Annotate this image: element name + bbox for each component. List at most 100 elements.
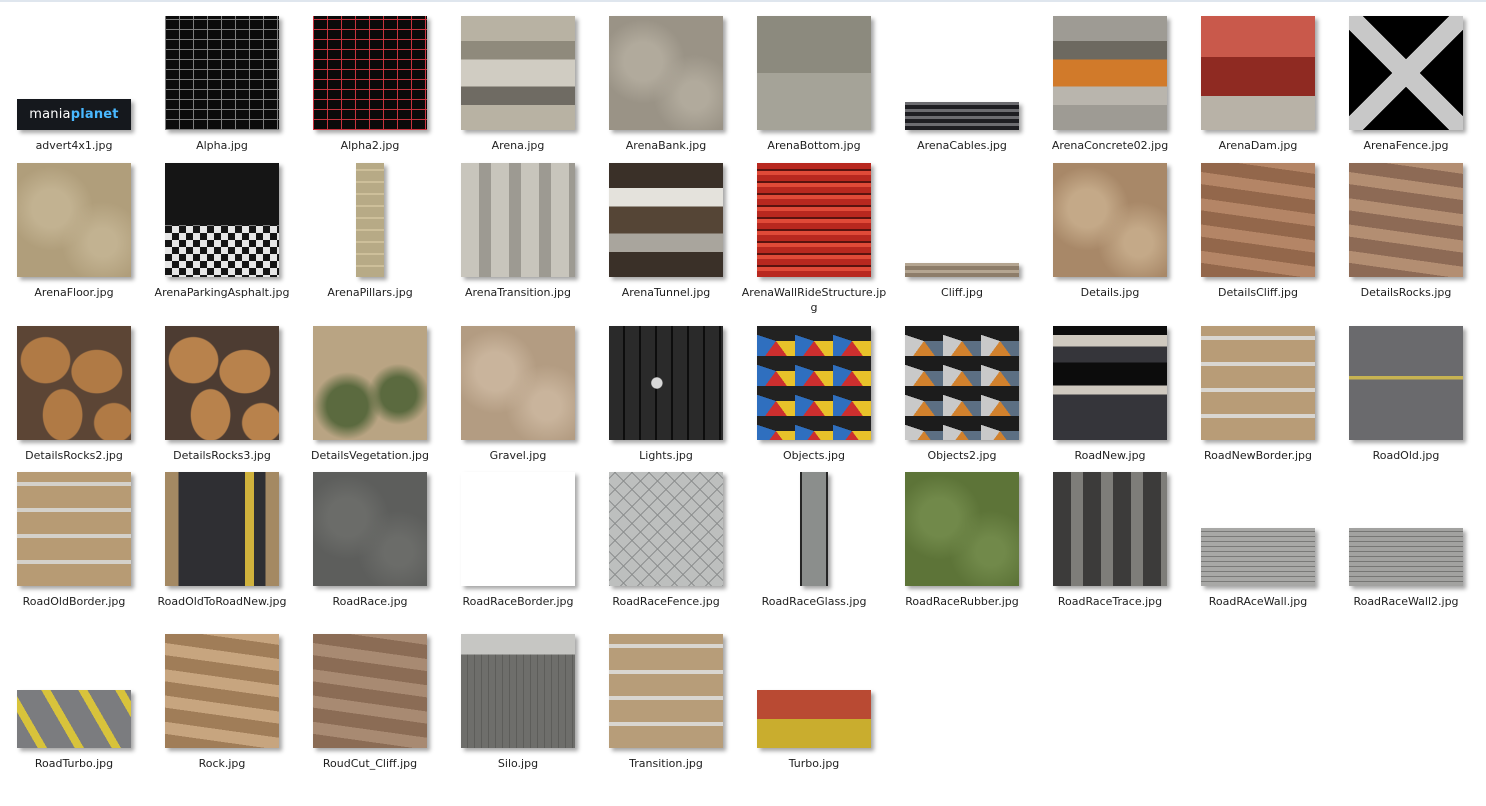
file-item[interactable]: ArenaFloor.jpg [0, 147, 148, 299]
file-item[interactable]: Rock.jpg [148, 618, 296, 770]
file-item[interactable]: ArenaCables.jpg [888, 0, 1036, 152]
file-item[interactable]: RoadOldBorder.jpg [0, 456, 148, 608]
file-item[interactable]: RoadRaceGlass.jpg [740, 456, 888, 608]
file-thumbnail[interactable] [609, 472, 723, 586]
file-item[interactable]: ArenaFence.jpg [1332, 0, 1480, 152]
file-item[interactable]: ArenaBottom.jpg [740, 0, 888, 152]
file-thumbnail[interactable] [461, 634, 575, 748]
file-name: ArenaTunnel.jpg [621, 286, 711, 299]
file-item[interactable]: RoadOld.jpg [1332, 310, 1480, 462]
file-thumbnail[interactable] [905, 472, 1019, 586]
file-item[interactable]: Transition.jpg [592, 618, 740, 770]
file-thumbnail[interactable] [17, 690, 131, 748]
file-item[interactable]: ArenaDam.jpg [1184, 0, 1332, 152]
file-item[interactable]: RoadRAceWall.jpg [1184, 456, 1332, 608]
file-item[interactable]: DetailsRocks2.jpg [0, 310, 148, 462]
file-name: Details.jpg [1080, 286, 1140, 299]
file-thumbnail[interactable] [1201, 326, 1315, 440]
file-thumbnail[interactable] [905, 326, 1019, 440]
file-thumbnail[interactable] [356, 163, 384, 277]
file-item[interactable]: DetailsRocks3.jpg [148, 310, 296, 462]
file-thumbnail[interactable] [17, 472, 131, 586]
file-item[interactable]: ArenaPillars.jpg [296, 147, 444, 299]
file-thumbnail[interactable] [17, 163, 131, 277]
file-thumbnail[interactable] [313, 326, 427, 440]
file-thumbnail[interactable] [461, 326, 575, 440]
file-item[interactable]: Alpha2.jpg [296, 0, 444, 152]
file-item[interactable]: RoadOldToRoadNew.jpg [148, 456, 296, 608]
file-thumbnail[interactable] [165, 163, 279, 277]
file-thumbnail[interactable] [800, 472, 828, 586]
file-item[interactable]: Cliff.jpg [888, 147, 1036, 299]
file-name: Cliff.jpg [941, 286, 983, 299]
file-item[interactable]: RoadRaceRubber.jpg [888, 456, 1036, 608]
logo-part-1: mania [29, 107, 71, 122]
file-item[interactable]: DetailsCliff.jpg [1184, 147, 1332, 299]
file-thumbnail[interactable] [461, 163, 575, 277]
file-item[interactable]: RoadTurbo.jpg [0, 618, 148, 770]
file-thumbnail[interactable] [461, 472, 575, 586]
file-item[interactable]: RoadRaceTrace.jpg [1036, 456, 1184, 608]
file-thumbnail[interactable] [609, 163, 723, 277]
file-item[interactable]: ArenaWallRideStructure.jpg [740, 147, 888, 314]
file-thumbnail[interactable]: mania planet [17, 99, 131, 130]
file-thumbnail[interactable] [905, 263, 1019, 277]
file-thumbnail[interactable] [609, 16, 723, 130]
file-item[interactable]: Objects2.jpg [888, 310, 1036, 462]
file-item[interactable]: DetailsRocks.jpg [1332, 147, 1480, 299]
file-item[interactable]: Objects.jpg [740, 310, 888, 462]
file-thumbnail[interactable] [313, 16, 427, 130]
file-thumbnail[interactable] [165, 634, 279, 748]
file-item[interactable]: ArenaParkingAsphalt.jpg [148, 147, 296, 299]
file-item[interactable]: DetailsVegetation.jpg [296, 310, 444, 462]
file-name: RoadRaceFence.jpg [612, 595, 720, 608]
file-item[interactable]: Gravel.jpg [444, 310, 592, 462]
file-thumbnail[interactable] [1349, 528, 1463, 586]
file-item[interactable]: RoadRace.jpg [296, 456, 444, 608]
file-thumbnail[interactable] [757, 163, 871, 277]
file-item[interactable]: ArenaConcrete02.jpg [1036, 0, 1184, 152]
file-thumbnail[interactable] [1201, 163, 1315, 277]
file-thumbnail[interactable] [757, 326, 871, 440]
file-item[interactable]: RoadNew.jpg [1036, 310, 1184, 462]
file-thumbnail[interactable] [757, 16, 871, 130]
file-name: Turbo.jpg [788, 757, 840, 770]
file-item[interactable]: Details.jpg [1036, 147, 1184, 299]
file-item[interactable]: Lights.jpg [592, 310, 740, 462]
file-thumbnail[interactable] [313, 472, 427, 586]
file-item[interactable]: RoadNewBorder.jpg [1184, 310, 1332, 462]
file-thumbnail[interactable] [609, 326, 723, 440]
file-item[interactable]: RoadRaceWall2.jpg [1332, 456, 1480, 608]
file-item[interactable]: Arena.jpg [444, 0, 592, 152]
file-thumbnail[interactable] [17, 326, 131, 440]
file-item[interactable]: mania planet advert4x1.jpg [0, 0, 148, 152]
file-thumbnail[interactable] [1201, 528, 1315, 586]
file-thumbnail[interactable] [1053, 326, 1167, 440]
file-thumbnail[interactable] [313, 634, 427, 748]
file-thumbnail[interactable] [165, 472, 279, 586]
file-name: RoudCut_Cliff.jpg [322, 757, 418, 770]
file-thumbnail[interactable] [1053, 472, 1167, 586]
file-item[interactable]: RoadRaceFence.jpg [592, 456, 740, 608]
file-thumbnail[interactable] [461, 16, 575, 130]
file-item[interactable]: ArenaBank.jpg [592, 0, 740, 152]
file-item[interactable]: Alpha.jpg [148, 0, 296, 152]
file-item[interactable]: ArenaTunnel.jpg [592, 147, 740, 299]
file-thumbnail[interactable] [905, 102, 1019, 130]
file-item[interactable]: RoudCut_Cliff.jpg [296, 618, 444, 770]
file-item[interactable]: Silo.jpg [444, 618, 592, 770]
file-thumbnail[interactable] [1349, 16, 1463, 130]
file-thumbnail[interactable] [1053, 16, 1167, 130]
file-thumbnail[interactable] [609, 634, 723, 748]
file-thumbnail[interactable] [1349, 326, 1463, 440]
file-thumbnail[interactable] [1053, 163, 1167, 277]
file-thumbnail[interactable] [757, 690, 871, 748]
file-name: RoadRace.jpg [332, 595, 408, 608]
file-item[interactable]: RoadRaceBorder.jpg [444, 456, 592, 608]
file-thumbnail[interactable] [165, 16, 279, 130]
file-item[interactable]: ArenaTransition.jpg [444, 147, 592, 299]
file-thumbnail[interactable] [1349, 163, 1463, 277]
file-thumbnail[interactable] [165, 326, 279, 440]
file-thumbnail[interactable] [1201, 16, 1315, 130]
file-item[interactable]: Turbo.jpg [740, 618, 888, 770]
